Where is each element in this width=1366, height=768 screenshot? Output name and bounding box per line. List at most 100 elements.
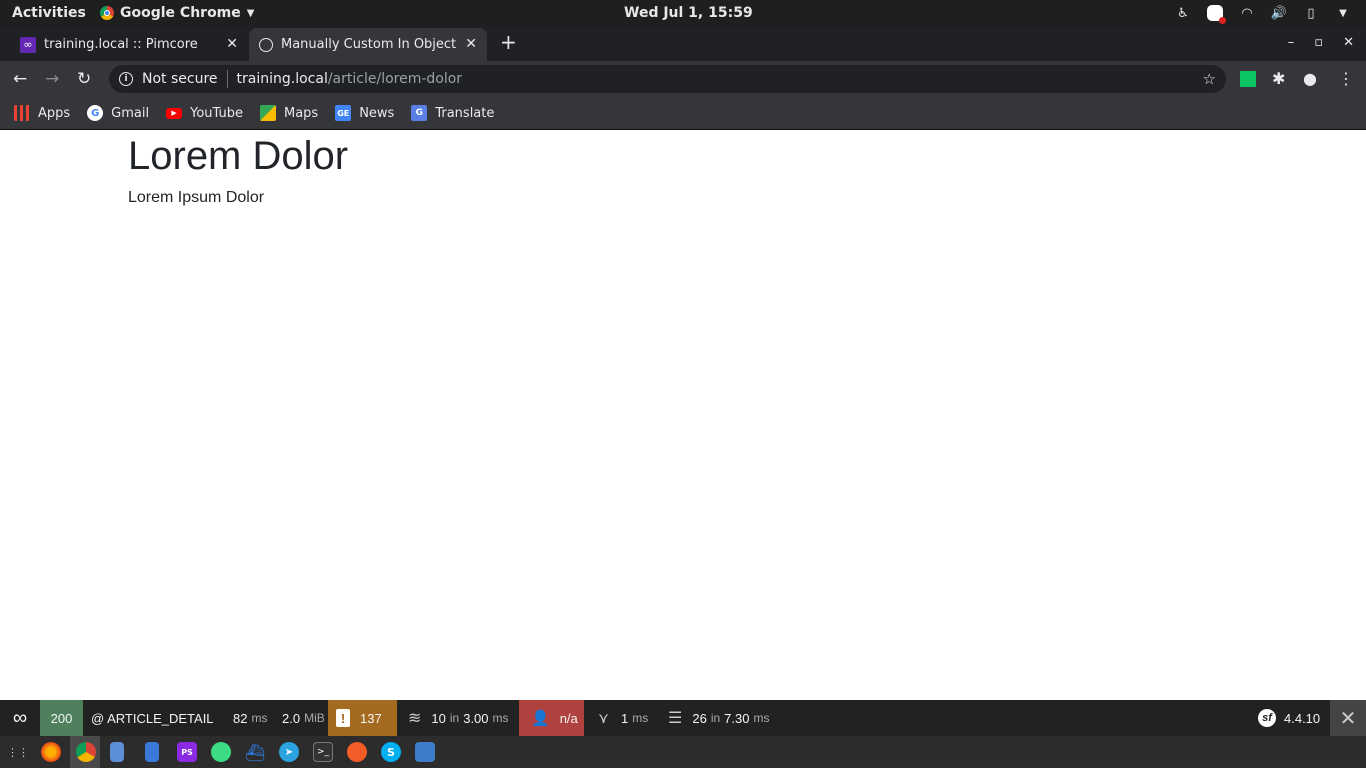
reload-icon[interactable]: ↻ <box>77 69 91 89</box>
database-item[interactable]: ☰ 26 in 7.30 ms <box>660 700 777 736</box>
logs-item[interactable]: ! 137 <box>328 700 397 736</box>
security-label[interactable]: Not secure <box>142 71 218 87</box>
window-close-icon[interactable]: ✕ <box>1343 35 1354 50</box>
news-icon: GE <box>335 105 352 121</box>
cache-time: 3.00 <box>463 710 489 726</box>
postman-icon[interactable] <box>347 742 367 762</box>
route-item[interactable]: @ ARTICLE_DETAIL <box>83 700 222 736</box>
status-code-badge[interactable]: 200 <box>40 700 83 736</box>
chrome-dock-icon[interactable] <box>76 742 96 762</box>
bookmark-label: Apps <box>38 105 71 121</box>
pimcore-logo-icon[interactable]: ∞ <box>0 700 40 736</box>
layers-icon: ≋ <box>408 710 422 727</box>
maps-icon <box>259 105 276 121</box>
phpstorm-icon[interactable]: PS <box>177 742 197 762</box>
profile-icon[interactable]: ● <box>1303 69 1317 88</box>
symfony-version: 4.4.10 <box>1284 710 1321 726</box>
battery-icon[interactable]: ▯ <box>1302 4 1320 22</box>
user-icon: 👤 <box>531 710 550 727</box>
memory-value: 2.0 <box>282 710 301 726</box>
twig-icon: ⋎ <box>598 710 609 727</box>
bookmark-apps[interactable]: Apps <box>14 105 70 121</box>
time-value: 82 <box>233 710 248 726</box>
bookmark-youtube[interactable]: ▶ YouTube <box>166 106 243 121</box>
menu-icon[interactable]: ⋮ <box>1338 69 1354 88</box>
close-icon[interactable]: ✕ <box>226 36 238 52</box>
tab-title: Manually Custom In Object <box>281 37 457 52</box>
text-editor-icon[interactable] <box>110 742 124 762</box>
db-queries: 26 <box>692 710 707 726</box>
symfony-debug-toolbar: ∞ 200 @ ARTICLE_DETAIL 82 ms 2.0 MiB ! 1… <box>0 700 1366 736</box>
bookmark-translate[interactable]: G Translate <box>411 105 494 121</box>
accessibility-icon[interactable]: ♿ <box>1174 4 1192 22</box>
address-bar[interactable]: i Not secure training.local /article/lor… <box>109 65 1226 93</box>
tab-article[interactable]: Manually Custom In Object ✕ <box>249 28 487 61</box>
wifi-icon[interactable]: ◠ <box>1238 4 1256 22</box>
memory-unit: MiB <box>304 711 325 725</box>
tab-pimcore[interactable]: ∞ training.local :: Pimcore ✕ <box>10 28 248 61</box>
user-item[interactable]: 👤 n/a <box>519 700 584 736</box>
terminal-icon[interactable]: >_ <box>313 742 333 762</box>
volume-icon[interactable]: 🔊 <box>1270 4 1288 22</box>
page-title: Lorem Dolor <box>128 134 349 178</box>
twig-item[interactable]: ⋎ 1 ms <box>590 700 656 736</box>
docker-icon[interactable] <box>415 742 435 762</box>
chevron-down-icon: ▼ <box>246 7 255 19</box>
logs-count: 137 <box>360 710 382 726</box>
time-item[interactable]: 82 ms <box>225 700 275 736</box>
toolbar-close-icon[interactable]: ✕ <box>1330 700 1366 736</box>
clock[interactable]: Wed Jul 1, 15:59 <box>624 5 753 21</box>
twig-time: 1 <box>621 710 629 726</box>
app-menu[interactable]: Google Chrome ▼ <box>100 5 254 21</box>
symfony-version-item[interactable]: sf 4.4.10 <box>1250 700 1328 736</box>
database-icon: ☰ <box>668 710 683 727</box>
pimcore-icon: ∞ <box>20 36 36 53</box>
skype-icon[interactable]: S <box>381 742 401 762</box>
forward-icon[interactable]: → <box>45 69 59 89</box>
bookmark-label: Translate <box>435 105 495 121</box>
info-icon[interactable]: i <box>119 72 133 86</box>
firefox-icon[interactable] <box>41 742 61 762</box>
app-name: Google Chrome <box>120 5 241 21</box>
document-icon[interactable] <box>145 742 159 762</box>
back-icon[interactable]: ← <box>13 69 27 89</box>
divider <box>226 70 228 88</box>
system-menu-chevron-icon[interactable]: ▼ <box>1334 4 1352 22</box>
telegram-icon[interactable]: ➤ <box>279 742 299 762</box>
bookmark-label: News <box>359 105 395 121</box>
notification-icon[interactable] <box>1206 4 1226 24</box>
url-host: training.local <box>236 71 328 87</box>
extension-icon[interactable] <box>1240 71 1256 87</box>
translate-icon: G <box>411 105 428 121</box>
bookmark-star-icon[interactable]: ☆ <box>1203 70 1216 88</box>
memory-item[interactable]: 2.0 MiB <box>274 700 333 736</box>
bookmarks-bar: Apps G Gmail ▶ YouTube Maps GE News G Tr… <box>0 97 1366 130</box>
route-name: @ ARTICLE_DETAIL <box>91 710 214 726</box>
user-value: n/a <box>559 710 578 726</box>
android-studio-icon[interactable] <box>211 742 231 762</box>
browser-toolbar: ← → ↻ i Not secure training.local /artic… <box>0 61 1366 97</box>
show-apps-icon[interactable]: ⋮⋮ <box>7 742 29 762</box>
chrome-icon <box>100 6 114 20</box>
activities-button[interactable]: Activities <box>12 5 86 21</box>
minimize-icon[interactable]: – <box>1288 35 1295 50</box>
maximize-icon[interactable]: ▫ <box>1314 35 1323 50</box>
bookmark-maps[interactable]: Maps <box>259 105 318 121</box>
status-code: 200 <box>50 710 73 726</box>
ship-icon[interactable]: ⛴ <box>245 742 265 762</box>
url-path: /article/lorem-dolor <box>327 71 463 87</box>
taskbar: ⋮⋮ PS ⛴ ➤ >_ S <box>0 736 1366 768</box>
close-icon[interactable]: ✕ <box>465 36 477 52</box>
puzzle-icon[interactable]: ✱ <box>1272 69 1285 88</box>
bookmark-news[interactable]: GE News <box>335 105 394 121</box>
bookmark-label: YouTube <box>190 105 243 121</box>
cache-item[interactable]: ≋ 10 in 3.00 ms <box>400 700 517 736</box>
new-tab-button[interactable]: + <box>500 30 517 54</box>
db-unit: ms <box>753 711 770 725</box>
window-controls: – ▫ ✕ <box>1288 35 1354 50</box>
twig-unit: ms <box>632 711 649 725</box>
db-in: in <box>710 711 721 725</box>
bookmark-gmail[interactable]: G Gmail <box>87 105 149 121</box>
bookmark-label: Gmail <box>111 105 150 121</box>
symfony-logo-icon: sf <box>1258 709 1276 727</box>
